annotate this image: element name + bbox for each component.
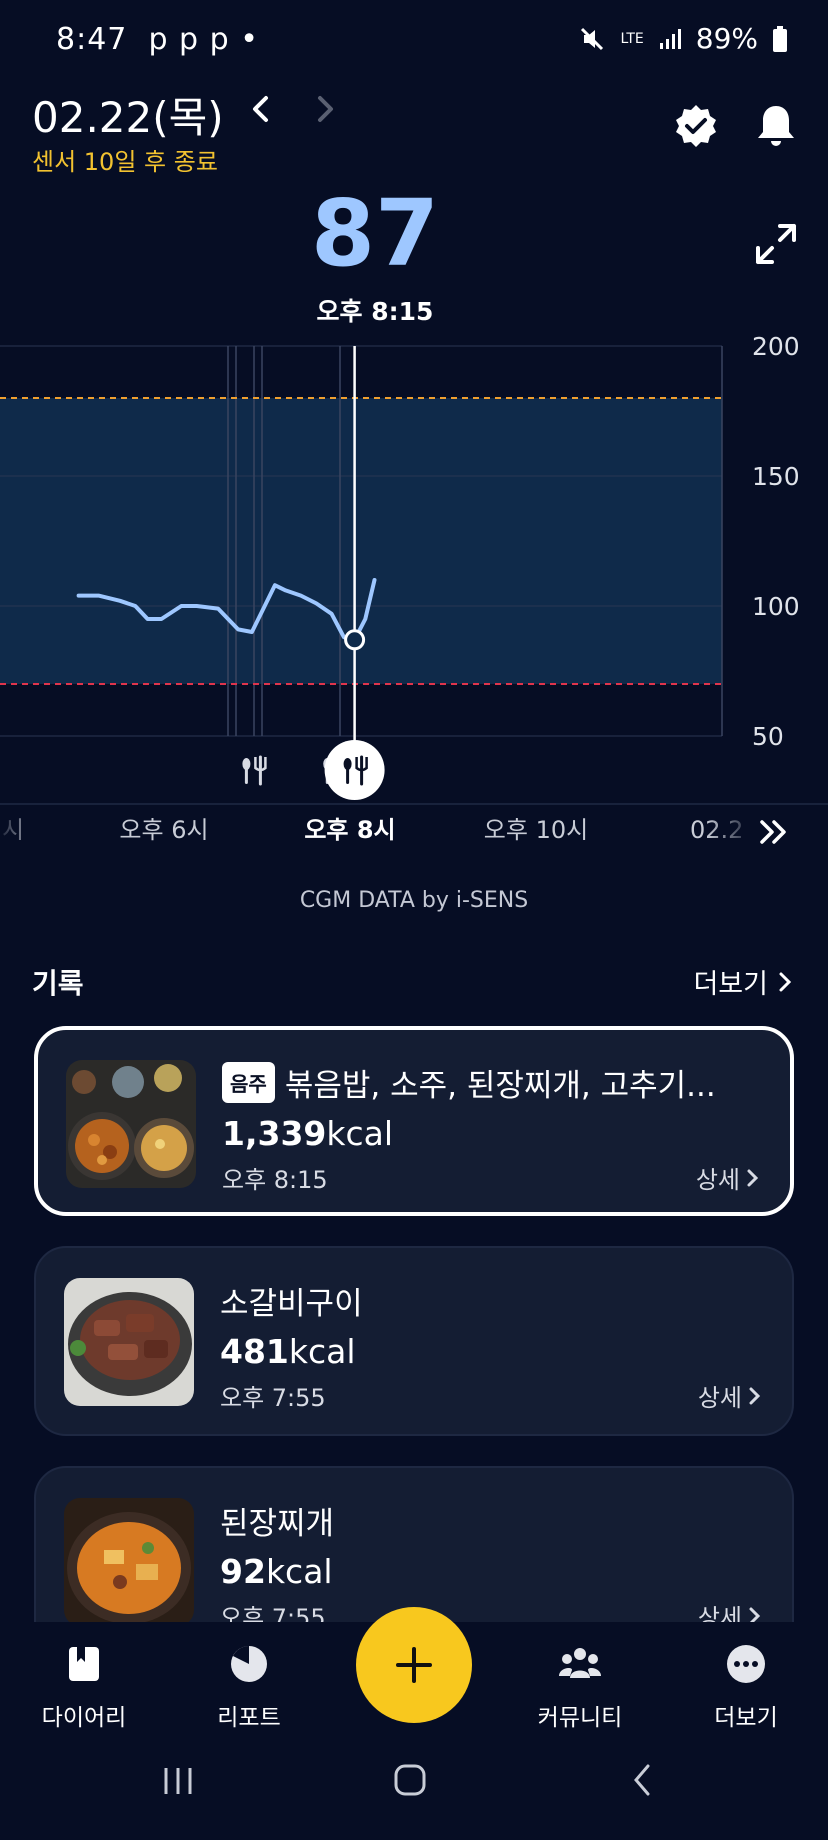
x-tick-label: 오후 10시 — [484, 816, 588, 844]
y-tick-label: 200 — [752, 332, 800, 361]
selected-point[interactable] — [344, 629, 366, 651]
fade-right — [706, 810, 756, 850]
records-more-link[interactable]: 더보기 — [693, 962, 794, 1001]
x-tick-label: 오후 8시 — [304, 816, 395, 844]
records-title: 기록 — [32, 967, 84, 1000]
detail-label: 상세 — [695, 1166, 740, 1194]
mute-icon — [581, 27, 604, 50]
meal-name-text: 볶음밥, 소주, 된장찌개, 고추기... — [284, 1068, 716, 1104]
bell-icon[interactable] — [752, 102, 800, 150]
meal-photo — [64, 1278, 194, 1406]
current-glucose-time: 오후 8:15 — [316, 297, 434, 326]
meal-photo — [64, 1498, 194, 1626]
nav-community-label: 커뮤니티 — [537, 1705, 623, 1731]
chevron-right-icon — [747, 1169, 759, 1186]
y-tick-label: 50 — [752, 722, 784, 751]
add-record-button[interactable] — [356, 1607, 472, 1723]
jump-latest-chevrons-icon[interactable] — [760, 820, 786, 844]
meal-photo — [66, 1060, 196, 1188]
notification-icons: p p p • — [148, 22, 259, 57]
expand-icon[interactable] — [752, 220, 800, 268]
y-tick-label: 100 — [752, 592, 800, 621]
recent-apps-icon[interactable] — [160, 1764, 196, 1798]
detail-link[interactable]: 상세 — [696, 1160, 760, 1195]
battery-icon — [773, 25, 787, 52]
meal-name: 소갈비구이 — [220, 1278, 363, 1323]
diary-icon — [69, 1647, 99, 1681]
x-tick-label: 오후 6시 — [119, 816, 208, 844]
meal-kcal: 1,339kcal — [222, 1114, 394, 1153]
home-icon[interactable] — [392, 1762, 428, 1798]
chevron-right-icon — [779, 972, 792, 991]
nav-more[interactable]: 더보기 — [686, 1642, 806, 1732]
records-more-label: 더보기 — [693, 969, 768, 1000]
nav-community[interactable]: 커뮤니티 — [520, 1642, 640, 1732]
nav-diary[interactable]: 다이어리 — [24, 1642, 144, 1732]
detail-link[interactable]: 상세 — [698, 1378, 762, 1413]
meal-name: 음주 볶음밥, 소주, 된장찌개, 고추기... — [222, 1060, 716, 1105]
cgm-credit: CGM DATA by i-SENS — [299, 888, 529, 913]
signal-icon — [659, 28, 681, 49]
current-glucose-value: 87 — [310, 180, 440, 287]
meal-record-card[interactable]: 소갈비구이 481kcal 오후 7:55 상세 — [34, 1246, 794, 1436]
sensor-notice: 센서 10일 후 종료 — [32, 148, 218, 176]
meal-record-card[interactable]: 음주 볶음밥, 소주, 된장찌개, 고추기... 1,339kcal 오후 8:… — [34, 1026, 794, 1216]
verified-badge-icon[interactable] — [672, 102, 720, 150]
status-time: 8:47 p p p • — [56, 22, 259, 57]
alcohol-badge: 음주 — [222, 1062, 275, 1103]
report-pie-icon — [231, 1646, 267, 1682]
meal-time: 오후 7:55 — [220, 1384, 326, 1412]
meal-name-text: 된장찌개 — [220, 1506, 335, 1542]
nav-report-label: 리포트 — [217, 1705, 281, 1731]
battery-percent: 89% — [695, 22, 758, 55]
detail-label: 상세 — [697, 1384, 742, 1412]
y-tick-label: 150 — [752, 462, 800, 491]
glucose-chart[interactable]: 20015010050시오후 6시오후 8시오후 10시02.2 — [0, 330, 828, 850]
status-indicators: LTE 89% — [578, 22, 788, 55]
selected-meal-marker[interactable] — [324, 740, 385, 800]
network-label: LTE — [620, 30, 644, 47]
prev-day-chevron-icon[interactable] — [244, 92, 278, 126]
meal-kcal: 481kcal — [220, 1332, 356, 1371]
meal-time: 오후 8:15 — [222, 1166, 328, 1194]
chevron-right-icon — [749, 1387, 761, 1404]
meal-name-text: 소갈비구이 — [220, 1286, 363, 1322]
more-dots-icon — [727, 1645, 765, 1683]
date-title[interactable]: 02.22(목) — [32, 84, 224, 145]
nav-diary-label: 다이어리 — [41, 1705, 127, 1731]
meal-name: 된장찌개 — [220, 1498, 334, 1543]
nav-more-label: 더보기 — [714, 1705, 778, 1731]
plus-icon — [396, 1647, 432, 1683]
meal-kcal: 92kcal — [220, 1552, 333, 1591]
system-nav-bar — [0, 1740, 828, 1840]
community-icon — [559, 1648, 601, 1678]
next-day-chevron-icon[interactable] — [308, 92, 342, 126]
status-bar: 8:47 p p p • LTE 89% — [0, 0, 828, 84]
back-icon[interactable] — [628, 1762, 656, 1798]
meal-marker-utensils-icon[interactable] — [242, 755, 267, 786]
nav-report[interactable]: 리포트 — [189, 1642, 309, 1732]
fade-left — [0, 810, 40, 850]
